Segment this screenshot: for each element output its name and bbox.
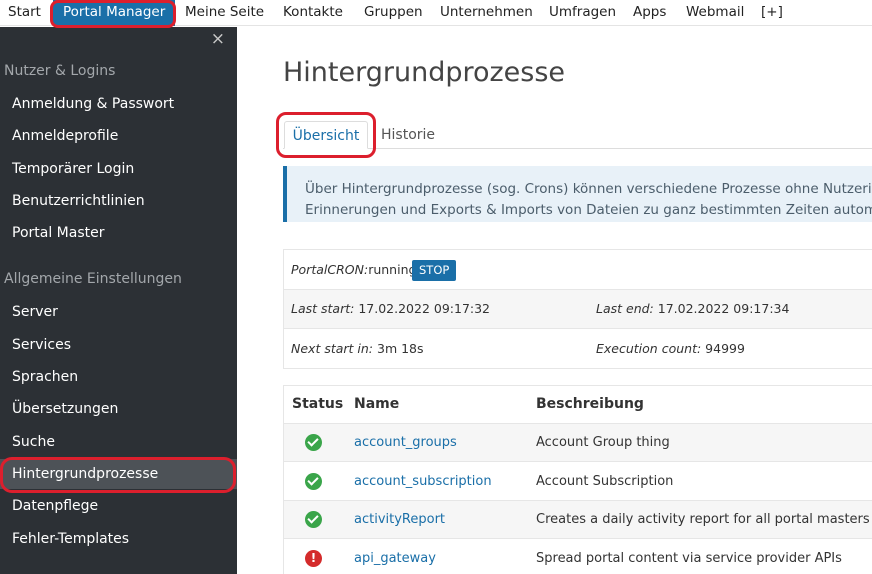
- last-start: Last start: 17.02.2022 09:17:32: [291, 301, 490, 316]
- info-callout: Über Hintergrundprozesse (sog. Crons) kö…: [283, 166, 872, 222]
- next-start-value: 3m 18s: [377, 341, 424, 356]
- page-title: Hintergrundprozesse: [283, 57, 566, 88]
- next-start: Next start in: 3m 18s: [291, 341, 424, 356]
- table-row: activityReport Creates a daily activity …: [284, 501, 872, 539]
- nav-gruppen[interactable]: Gruppen: [364, 0, 423, 26]
- sidebar-item-anmeldeprofile[interactable]: Anmeldeprofile: [0, 121, 237, 151]
- sidebar-item-services[interactable]: Services: [0, 330, 237, 360]
- column-header-name: Name: [354, 396, 400, 412]
- sidebar-item-temporaerer-login[interactable]: Temporärer Login: [0, 154, 237, 184]
- info-text-line-2: Erinnerungen und Exports & Imports von D…: [305, 202, 872, 218]
- info-text-line-1: Über Hintergrundprozesse (sog. Crons) kö…: [305, 181, 872, 197]
- tab-uebersicht[interactable]: Übersicht: [284, 121, 368, 149]
- execution-count-label: Execution count:: [596, 341, 702, 356]
- nav-add-more[interactable]: [+]: [761, 0, 783, 26]
- sidebar-item-uebersetzungen[interactable]: Übersetzungen: [0, 394, 237, 424]
- nav-unternehmen[interactable]: Unternehmen: [440, 0, 533, 26]
- cron-state-value: running: [368, 262, 417, 277]
- job-name-link[interactable]: activityReport: [354, 512, 445, 527]
- sidebar-item-sprachen[interactable]: Sprachen: [0, 362, 237, 392]
- table-row: account_subscription Account Subscriptio…: [284, 463, 872, 501]
- tabs-divider: [283, 148, 872, 149]
- sidebar-heading-general: Allgemeine Einstellungen: [4, 271, 182, 287]
- job-description: Account Group thing: [536, 435, 670, 450]
- execution-count: Execution count: 94999: [596, 341, 745, 356]
- sidebar-heading-users: Nutzer & Logins: [4, 63, 116, 79]
- jobs-table: Status Name Beschreibung account_groups …: [283, 385, 872, 574]
- tab-historie[interactable]: Historie: [381, 121, 435, 149]
- job-description: Creates a daily activity report for all …: [536, 512, 870, 527]
- last-end-label: Last end:: [596, 301, 654, 316]
- sidebar-item-portal-master[interactable]: Portal Master: [0, 218, 237, 248]
- main-content: Hintergrundprozesse Übersicht Historie Ü…: [237, 27, 872, 574]
- sidebar-item-benutzerrichtlinien[interactable]: Benutzerrichtlinien: [0, 186, 237, 216]
- sidebar-item-fehler-templates[interactable]: Fehler-Templates: [0, 524, 237, 554]
- job-description: Account Subscription: [536, 474, 674, 489]
- nav-meine-seite[interactable]: Meine Seite: [185, 0, 264, 26]
- sidebar-item-server[interactable]: Server: [0, 297, 237, 327]
- nav-webmail[interactable]: Webmail: [686, 0, 744, 26]
- sidebar: × Nutzer & Logins Anmeldung & Passwort A…: [0, 27, 237, 574]
- check-circle-icon: [305, 434, 322, 451]
- nav-apps[interactable]: Apps: [633, 0, 666, 26]
- table-row: account_groups Account Group thing: [284, 424, 872, 462]
- exclamation-circle-icon: [305, 550, 322, 567]
- last-start-label: Last start:: [291, 301, 355, 316]
- sidebar-item-suche[interactable]: Suche: [0, 427, 237, 457]
- top-navigation: Start Portal Manager Meine Seite Kontakt…: [0, 0, 872, 26]
- close-icon[interactable]: ×: [211, 29, 225, 49]
- nav-portal-manager[interactable]: Portal Manager: [53, 0, 176, 26]
- cron-next-row: Next start in: 3m 18s Execution count: 9…: [284, 329, 872, 369]
- job-description: Spread portal content via service provid…: [536, 551, 842, 566]
- last-end-value: 17.02.2022 09:17:34: [657, 301, 790, 316]
- stop-button[interactable]: STOP: [412, 260, 457, 281]
- last-start-value: 17.02.2022 09:17:32: [358, 301, 491, 316]
- cron-state: PortalCRON:running: [291, 262, 416, 277]
- check-circle-icon: [305, 473, 322, 490]
- nav-kontakte[interactable]: Kontakte: [283, 0, 343, 26]
- execution-count-value: 94999: [705, 341, 745, 356]
- sidebar-item-hintergrundprozesse[interactable]: Hintergrundprozesse: [0, 459, 237, 489]
- column-header-description: Beschreibung: [536, 396, 644, 412]
- next-start-label: Next start in:: [291, 341, 374, 356]
- column-header-status: Status: [292, 396, 344, 412]
- nav-umfragen[interactable]: Umfragen: [549, 0, 616, 26]
- sidebar-item-datenpflege[interactable]: Datenpflege: [0, 491, 237, 521]
- job-name-link[interactable]: account_subscription: [354, 474, 492, 489]
- job-name-link[interactable]: api_gateway: [354, 551, 436, 566]
- cron-label: PortalCRON:: [291, 262, 369, 277]
- cron-state-row: PortalCRON:running STOP: [284, 250, 872, 290]
- cron-times-row: Last start: 17.02.2022 09:17:32 Last end…: [284, 290, 872, 329]
- sidebar-item-anmeldung-passwort[interactable]: Anmeldung & Passwort: [0, 89, 237, 119]
- table-row: api_gateway Spread portal content via se…: [284, 540, 872, 574]
- job-name-link[interactable]: account_groups: [354, 435, 457, 450]
- jobs-table-header: Status Name Beschreibung: [284, 386, 872, 424]
- nav-start[interactable]: Start: [8, 0, 41, 26]
- check-circle-icon: [305, 511, 322, 528]
- last-end: Last end: 17.02.2022 09:17:34: [596, 301, 789, 316]
- cron-status-panel: PortalCRON:running STOP Last start: 17.0…: [283, 249, 872, 369]
